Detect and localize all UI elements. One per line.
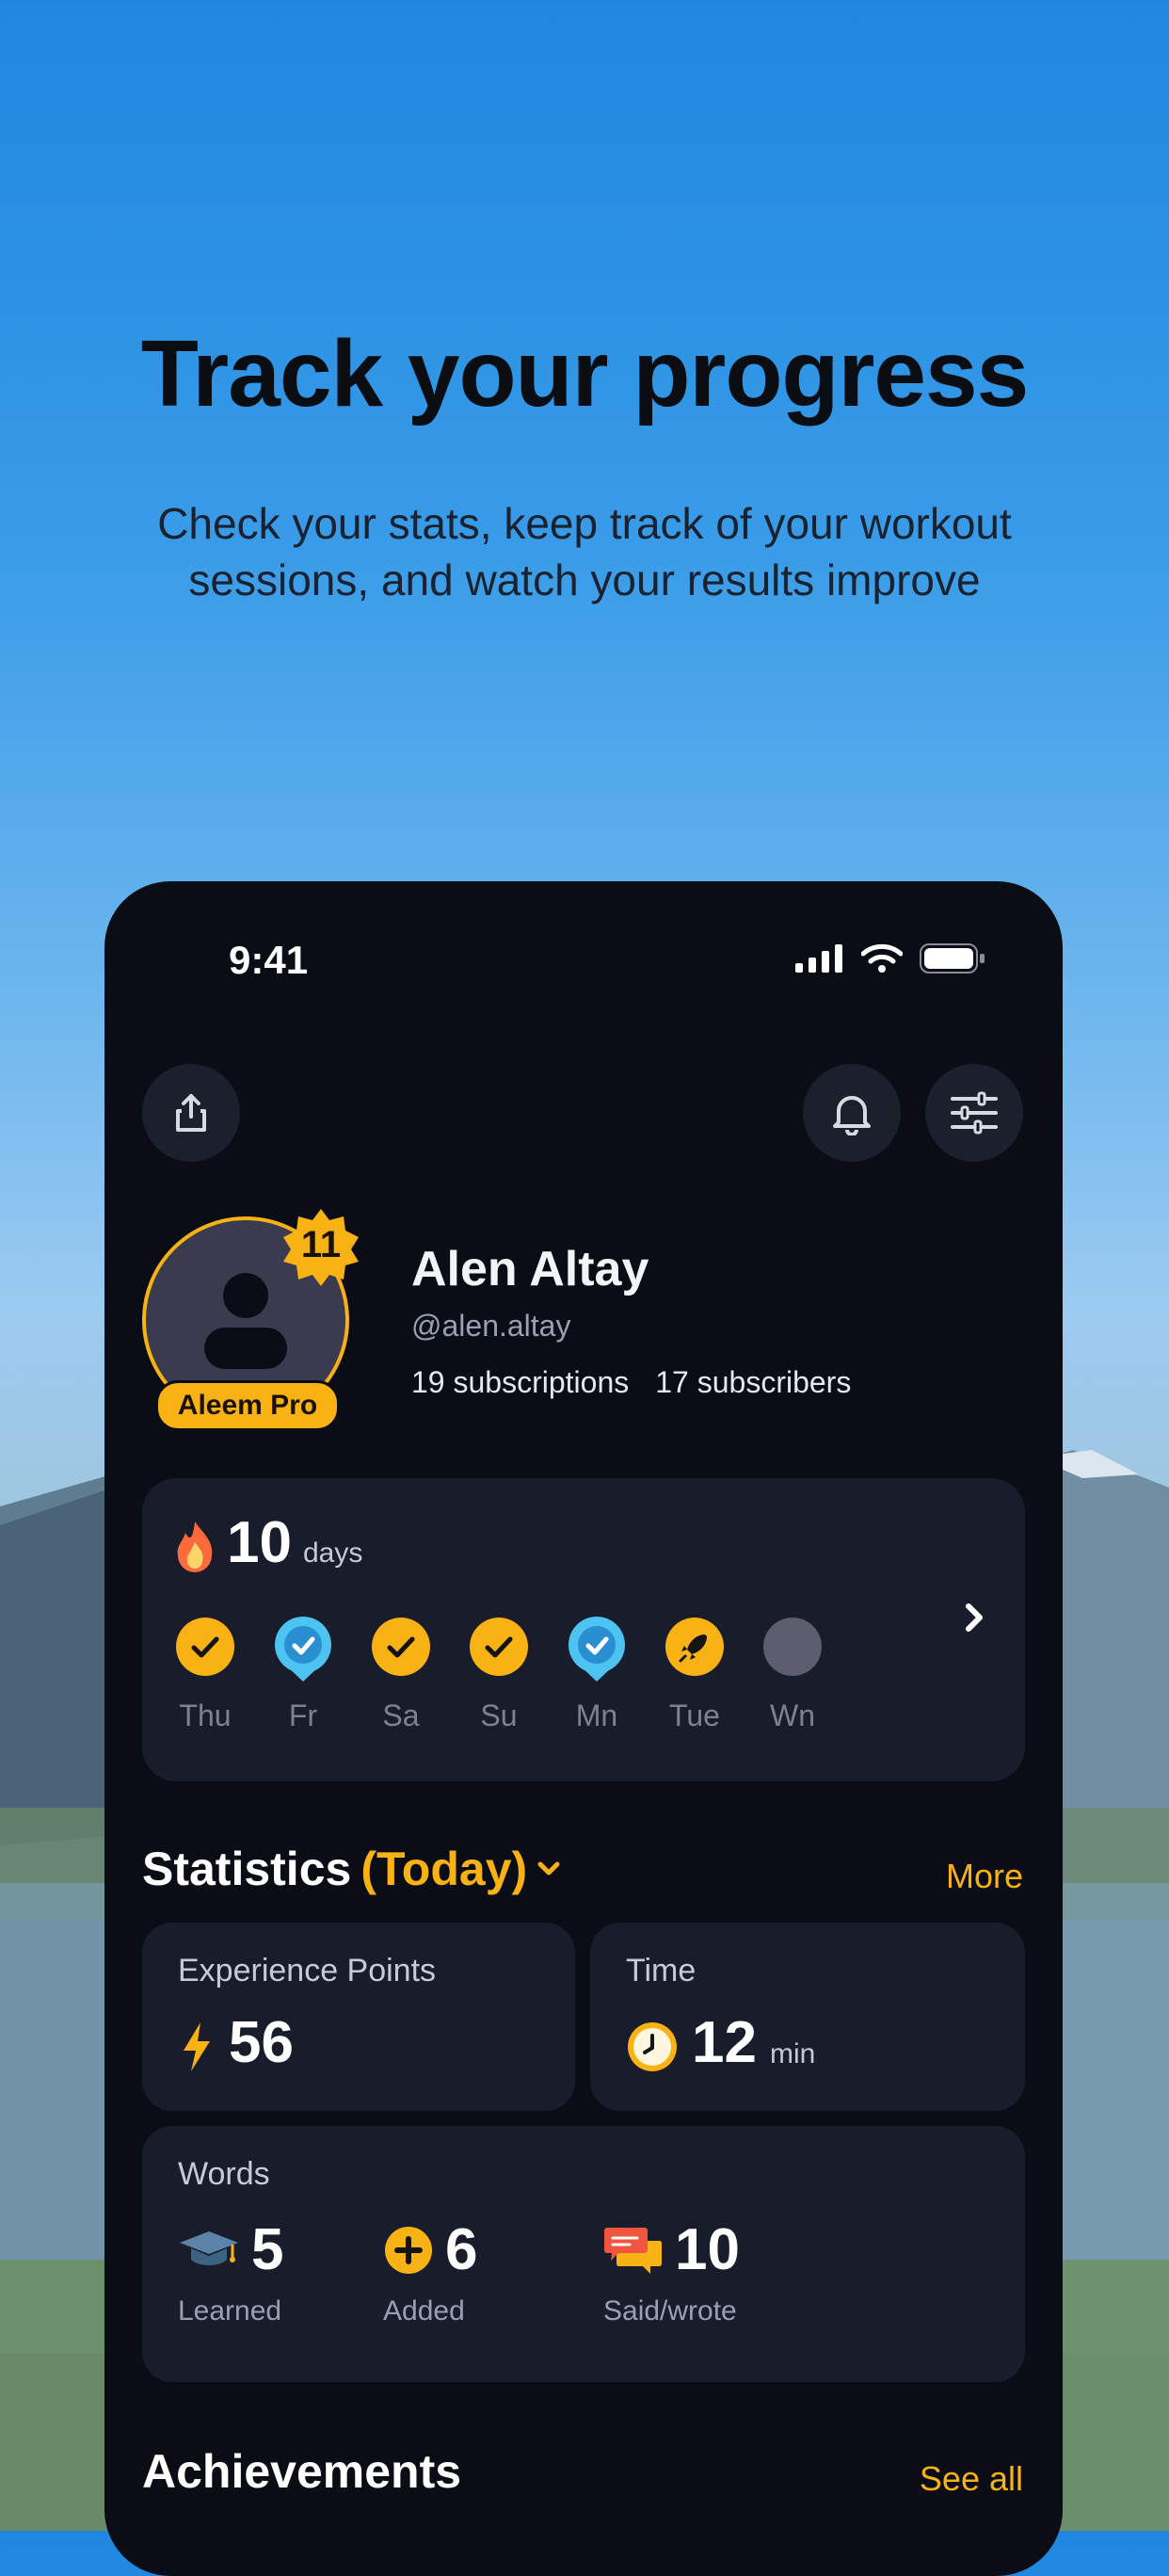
streak-day: Fr	[272, 1616, 334, 1733]
share-button[interactable]	[142, 1064, 240, 1162]
streak-day: Mn	[566, 1616, 628, 1733]
wifi-icon	[861, 943, 903, 973]
xp-card[interactable]: Experience Points 56	[142, 1923, 575, 2111]
fire-icon	[177, 1521, 213, 1572]
check-circle-icon	[372, 1618, 430, 1676]
words-label: Words	[178, 2156, 270, 2192]
time-label: Time	[626, 1953, 697, 1988]
status-icons	[795, 943, 985, 974]
lightning-icon	[184, 2022, 210, 2071]
said-value: 10	[675, 2217, 740, 2282]
profile-handle: @alen.altay	[411, 1309, 571, 1343]
xp-label: Experience Points	[178, 1953, 437, 1988]
freeze-shield-icon	[568, 1617, 625, 1682]
streak-day: Sa	[370, 1616, 432, 1733]
phone-mockup: 9:41 11 Aleem Pro Alen Altay @alen.altay…	[104, 881, 1063, 2576]
streak-day-label: Tue	[669, 1699, 720, 1732]
check-circle-icon	[176, 1618, 234, 1676]
xp-value: 56	[229, 2010, 294, 2075]
settings-button[interactable]	[925, 1064, 1023, 1162]
status-time: 9:41	[229, 938, 309, 982]
subscriptions-link[interactable]: 19 subscriptions	[411, 1365, 629, 1400]
said-label: Said/wrote	[603, 2295, 737, 2326]
follow-stats: 19 subscriptions 17 subscribers	[411, 1365, 851, 1400]
hero-title: Track your progress	[140, 321, 1030, 427]
profile-avatar[interactable]: 11 Aleem Pro	[142, 1209, 359, 1431]
learned-value: 5	[251, 2217, 284, 2282]
xp-value-row: 56	[178, 2013, 294, 2073]
words-said: 10 Said/wrote	[603, 2220, 740, 2327]
freeze-shield-icon	[275, 1617, 331, 1682]
streak-header: 10 days	[174, 1514, 362, 1572]
graduation-cap-icon	[180, 2231, 238, 2265]
chat-bubbles-icon	[604, 2228, 663, 2274]
level-number: 11	[300, 1224, 342, 1265]
chevron-right-icon[interactable]	[955, 1599, 993, 1636]
battery-icon	[920, 943, 985, 974]
streak-day: Wn	[761, 1616, 824, 1733]
sliders-icon	[951, 1091, 998, 1135]
see-all-link[interactable]: See all	[920, 2459, 1023, 2499]
hero-subtitle: Check your stats, keep track of your wor…	[157, 499, 1012, 604]
words-card[interactable]: Words 5 Learned 6 Added 10 Said/wrote	[142, 2126, 1025, 2382]
streak-day-label: Su	[480, 1699, 518, 1732]
chevron-down-icon	[537, 1861, 560, 1876]
streak-days: Thu Fr Sa Su Mn Tue Wn	[174, 1616, 824, 1733]
statistics-header[interactable]: Statistics (Today)	[142, 1842, 561, 1896]
bell-icon	[833, 1096, 871, 1135]
time-card[interactable]: Time 12 min	[590, 1923, 1025, 2111]
streak-day: Thu	[174, 1616, 236, 1733]
share-icon	[176, 1094, 206, 1132]
plus-circle-icon	[385, 2227, 432, 2274]
streak-day: Su	[468, 1616, 530, 1733]
streak-day-label: Fr	[288, 1699, 318, 1732]
statistics-title: Statistics	[142, 1843, 352, 1895]
streak-day-label: Sa	[382, 1699, 420, 1732]
streak-card[interactable]: 10 days Thu Fr Sa Su Mn Tue Wn	[142, 1478, 1025, 1781]
streak-day-label: Mn	[575, 1699, 618, 1732]
streak-unit: days	[302, 1538, 363, 1569]
learned-label: Learned	[178, 2295, 282, 2326]
added-value: 6	[445, 2217, 478, 2282]
time-value-row: 12 min	[626, 2013, 815, 2073]
streak-day-label: Thu	[179, 1699, 232, 1732]
words-added: 6 Added	[383, 2220, 477, 2327]
streak-day: Tue	[664, 1616, 726, 1733]
clock-icon	[628, 2022, 677, 2071]
streak-count: 10	[227, 1510, 292, 1575]
subscribers-link[interactable]: 17 subscribers	[655, 1365, 851, 1400]
time-value: 12	[692, 2010, 757, 2075]
notifications-button[interactable]	[803, 1064, 901, 1162]
achievements-title: Achievements	[142, 2445, 462, 2498]
cellular-signal-icon	[795, 944, 842, 973]
added-label: Added	[383, 2295, 465, 2326]
words-learned: 5 Learned	[178, 2220, 283, 2327]
rocket-icon	[665, 1618, 724, 1676]
profile-name: Alen Altay	[411, 1242, 649, 1296]
time-unit: min	[769, 2038, 816, 2069]
streak-day-label: Wn	[770, 1699, 815, 1732]
check-circle-icon	[470, 1618, 528, 1676]
empty-circle-icon	[763, 1618, 822, 1676]
more-link[interactable]: More	[946, 1857, 1023, 1896]
statistics-period: (Today)	[360, 1843, 528, 1895]
pro-badge: Aleem Pro	[155, 1380, 340, 1431]
